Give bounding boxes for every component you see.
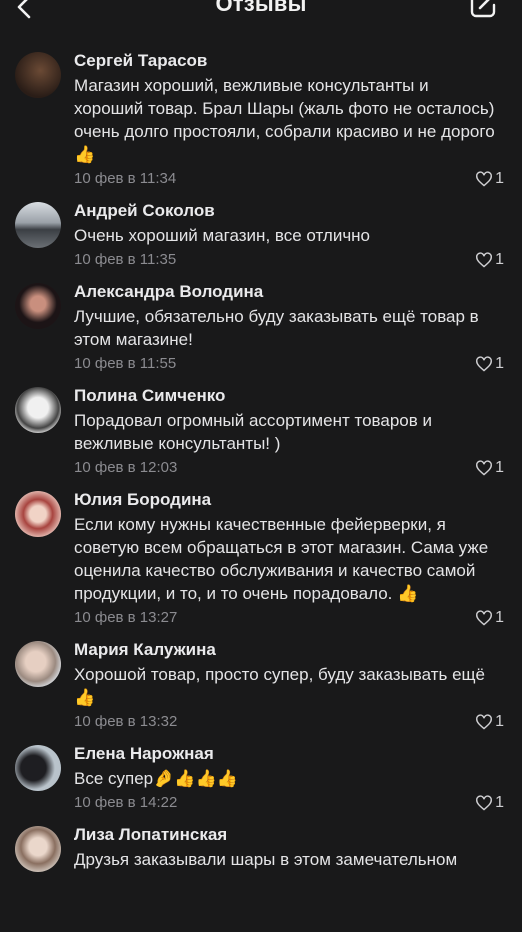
review-text: Очень хороший магазин, все отлично [74,226,371,245]
review-author[interactable]: Андрей Соколов [74,200,504,222]
like-button[interactable]: 1 [475,457,504,479]
review-item: Юлия Бородина Если кому нужны качественн… [0,479,522,629]
like-count: 1 [495,459,504,476]
review-author[interactable]: Юлия Бородина [74,489,504,511]
review-time: 10 фев в 11:34 [74,170,177,187]
review-meta: 10 фев в 13:27 1 [74,607,504,629]
like-button[interactable]: 1 [475,353,504,375]
review-author[interactable]: Мария Калужина [74,639,504,661]
review-item: Александра Володина Лучшие, обязательно … [0,271,522,375]
like-count: 1 [495,713,504,730]
like-count: 1 [495,170,504,187]
review-author[interactable]: Полина Симченко [74,385,504,407]
review-author[interactable]: Александра Володина [74,281,504,303]
avatar[interactable] [15,745,61,791]
heart-icon [476,714,493,730]
like-count: 1 [495,794,504,811]
like-button[interactable]: 1 [475,711,504,733]
heart-icon [476,460,493,476]
review-author[interactable]: Сергей Тарасов [74,50,504,72]
top-bar: Отзывы [0,0,522,36]
avatar[interactable] [15,202,61,248]
like-button[interactable]: 1 [475,168,504,190]
review-time: 10 фев в 12:03 [74,459,178,476]
heart-icon [476,356,493,372]
review-time: 10 фев в 13:27 [74,609,178,626]
review-time: 10 фев в 11:55 [74,355,177,372]
like-count: 1 [495,251,504,268]
review-item: Сергей Тарасов Магазин хороший, вежливые… [0,40,522,190]
avatar[interactable] [15,52,61,98]
review-text: Магазин хороший, вежливые консультанты и… [74,76,495,164]
heart-icon [476,252,493,268]
review-meta: 10 фев в 11:34 1 [74,168,504,190]
edit-square-icon [470,0,496,18]
review-text: Хорошой товар, просто супер, буду заказы… [74,665,485,707]
heart-icon [476,171,493,187]
review-time: 10 фев в 14:22 [74,794,178,811]
review-item: Лиза Лопатинская Друзья заказывали шары … [0,814,522,884]
avatar[interactable] [15,283,61,329]
review-text: Все супер🤌👍👍👍 [74,769,238,788]
review-item: Полина Симченко Порадовал огромный ассор… [0,375,522,479]
avatar[interactable] [15,826,61,872]
review-item: Мария Калужина Хорошой товар, просто суп… [0,629,522,733]
review-meta: 10 фев в 14:22 1 [74,792,504,814]
edit-button[interactable] [468,0,498,20]
review-text: Порадовал огромный ассортимент товаров и… [74,411,432,453]
page-title: Отзывы [215,0,307,16]
like-button[interactable]: 1 [475,607,504,629]
like-button[interactable]: 1 [475,792,504,814]
review-author[interactable]: Елена Нарожная [74,743,504,765]
reviews-list: Сергей Тарасов Магазин хороший, вежливые… [0,40,522,884]
avatar[interactable] [15,641,61,687]
review-meta: 10 фев в 11:35 1 [74,249,504,271]
avatar[interactable] [15,491,61,537]
review-meta: 10 фев в 13:32 1 [74,711,504,733]
review-text: Лучшие, обязательно буду заказывать ещё … [74,307,479,349]
review-text: Если кому нужны качественные фейерверки,… [74,515,489,603]
like-count: 1 [495,355,504,372]
review-author[interactable]: Лиза Лопатинская [74,824,504,846]
like-count: 1 [495,609,504,626]
review-text: Друзья заказывали шары в этом замечатель… [74,850,458,869]
review-time: 10 фев в 11:35 [74,251,177,268]
avatar[interactable] [15,387,61,433]
heart-icon [476,795,493,811]
review-meta: 10 фев в 11:55 1 [74,353,504,375]
review-item: Андрей Соколов Очень хороший магазин, вс… [0,190,522,271]
heart-icon [476,610,493,626]
review-time: 10 фев в 13:32 [74,713,178,730]
review-item: Елена Нарожная Все супер🤌👍👍👍 10 фев в 14… [0,733,522,814]
like-button[interactable]: 1 [475,249,504,271]
review-meta: 10 фев в 12:03 1 [74,457,504,479]
